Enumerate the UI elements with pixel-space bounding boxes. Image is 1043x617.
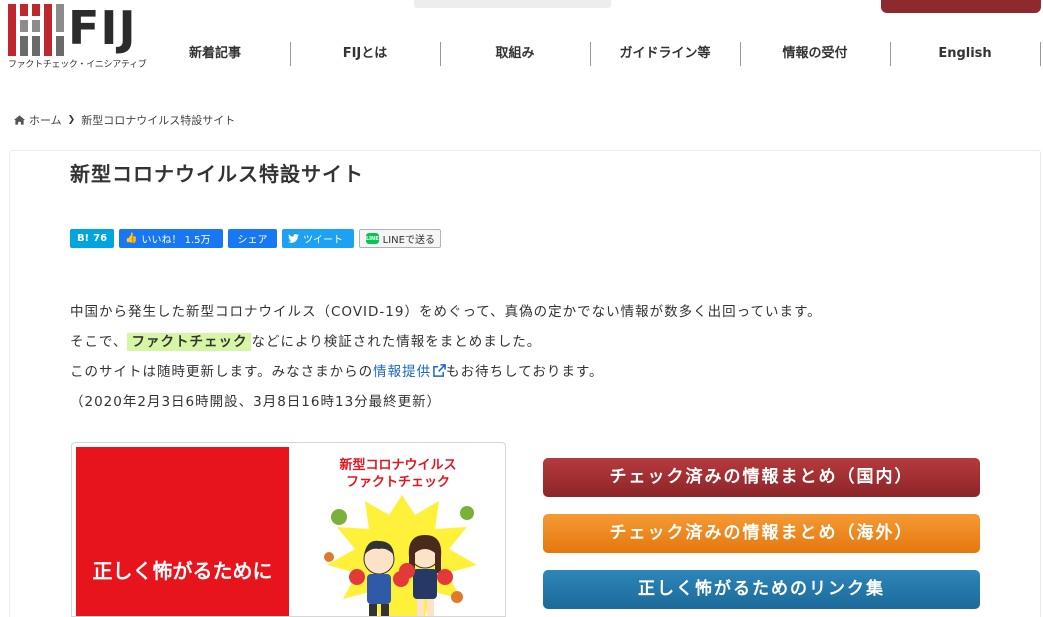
page-title: 新型コロナウイルス特設サイト <box>70 162 364 186</box>
hatena-icon: B! <box>76 233 90 244</box>
tweet-button[interactable]: ツイート <box>282 229 354 248</box>
logo-text: FIJ <box>68 1 137 55</box>
banner-title-line-1: 新型コロナウイルス <box>339 458 457 473</box>
facebook-like-label: いいね！ 1.5万 <box>141 235 211 246</box>
intro-line-2-after: などにより検証された情報をまとめました。 <box>251 334 542 350</box>
intro-line-4: （2020年2月3日6時開設、3月8日16時13分最終更新） <box>70 394 442 410</box>
nav-divider <box>890 42 891 66</box>
overseas-summary-button[interactable]: チェック済みの情報まとめ（海外） <box>543 514 980 553</box>
intro-line-3-before: このサイトは随時更新します。みなさまからの <box>70 364 374 380</box>
nav-divider <box>1040 42 1041 66</box>
nav-item-english[interactable]: English <box>900 40 1030 66</box>
line-share-label: LINEで送る <box>382 235 435 246</box>
links-collection-button[interactable]: 正しく怖がるためのリンク集 <box>543 570 980 609</box>
fact-check-banner[interactable]: 正しく怖がるために 新型コロナウイルス ファクトチェック <box>71 442 506 617</box>
home-icon <box>14 115 25 125</box>
nav-item-about[interactable]: FIJとは <box>300 40 430 66</box>
banner-red-panel: 正しく怖がるために <box>76 447 289 616</box>
chevron-right-icon: ❯ <box>67 115 76 125</box>
thumbs-up-icon: 👍 <box>125 233 138 244</box>
line-share-button[interactable]: LINE LINEで送る <box>359 229 441 248</box>
main-nav: 新着記事 FIJとは 取組み ガイドライン等 情報の受付 English <box>140 40 1043 66</box>
banner-title: 新型コロナウイルス ファクトチェック <box>289 457 505 491</box>
line-icon: LINE <box>366 233 379 244</box>
site-header: FIJ ファクトチェック・イニシアティブ 新着記事 FIJとは 取組み ガイドラ… <box>0 0 1043 90</box>
breadcrumb-current: 新型コロナウイルス特設サイト <box>81 114 236 127</box>
nav-item-initiatives[interactable]: 取組み <box>450 40 580 66</box>
nav-divider <box>440 42 441 66</box>
intro-text: 中国から発生した新型コロナウイルス（COVID-19）をめぐって、真偽の定かでな… <box>70 298 970 418</box>
external-link-icon <box>433 364 446 377</box>
info-submission-label: 情報提供 <box>373 364 432 380</box>
facebook-like-button[interactable]: 👍 いいね！ 1.5万 <box>119 229 223 248</box>
share-buttons: B! 76 👍 いいね！ 1.5万 シェア ツイート LINE LINEで送る <box>70 229 441 248</box>
boxing-kids-illustration <box>324 495 477 616</box>
domestic-summary-button[interactable]: チェック済みの情報まとめ（国内） <box>543 458 980 497</box>
nav-item-new-articles[interactable]: 新着記事 <box>150 40 280 66</box>
intro-line-1: 中国から発生した新型コロナウイルス（COVID-19）をめぐって、真偽の定かでな… <box>70 304 822 320</box>
breadcrumb: ホーム ❯ 新型コロナウイルス特設サイト <box>14 112 235 128</box>
info-submission-link[interactable]: 情報提供 <box>373 364 446 380</box>
breadcrumb-home-link[interactable]: ホーム <box>29 112 62 128</box>
banner-red-text: 正しく怖がるために <box>92 559 273 583</box>
intro-line-2: そこで、 ファクトチェック などにより検証された情報をまとめました。 <box>70 328 970 358</box>
nav-divider <box>590 42 591 66</box>
hatena-bookmark-button[interactable]: B! 76 <box>70 229 114 248</box>
nav-item-guidelines[interactable]: ガイドライン等 <box>600 40 730 66</box>
search-bar[interactable] <box>414 0 611 8</box>
twitter-bird-icon <box>288 234 299 243</box>
intro-line-2-before: そこで、 <box>70 334 128 350</box>
logo-mark-icon <box>8 4 64 56</box>
nav-item-submissions[interactable]: 情報の受付 <box>750 40 880 66</box>
tweet-label: ツイート <box>303 235 343 246</box>
header-cta-button[interactable] <box>881 0 1041 13</box>
logo-subtitle: ファクトチェック・イニシアティブ <box>8 60 147 70</box>
intro-line-3: このサイトは随時更新します。みなさまからの情報提供 もお待ちしております。 <box>70 358 970 388</box>
site-logo[interactable]: FIJ ファクトチェック・イニシアティブ <box>8 1 148 70</box>
hatena-count: 76 <box>93 233 108 244</box>
facebook-share-label: シェア <box>237 235 268 246</box>
nav-divider <box>740 42 741 66</box>
fact-check-highlight: ファクトチェック <box>127 333 252 351</box>
intro-line-3-after: もお待ちしております。 <box>446 364 604 380</box>
nav-divider <box>290 42 291 66</box>
facebook-share-button[interactable]: シェア <box>228 229 277 248</box>
